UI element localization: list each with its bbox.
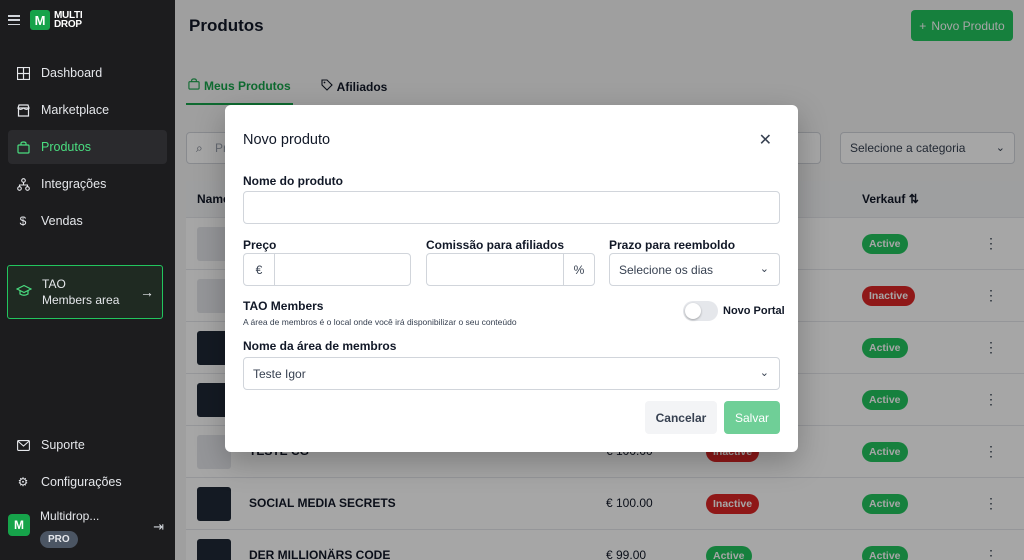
area-name-value: Teste Igor xyxy=(253,366,306,381)
graduation-cap-icon xyxy=(15,284,33,301)
percent-suffix: % xyxy=(563,254,594,285)
refund-label: Prazo para reemboldo xyxy=(609,238,736,252)
sidebar-header: M MULTI DROP xyxy=(0,0,175,40)
chevron-down-icon: ⌄ xyxy=(759,263,769,275)
menu-icon[interactable] xyxy=(8,15,20,25)
grid-icon xyxy=(16,66,30,80)
refund-placeholder: Selecione os dias xyxy=(619,262,714,277)
new-portal-toggle[interactable] xyxy=(683,301,718,321)
logo-mark: M xyxy=(30,10,50,30)
logo-line2: DROP xyxy=(54,19,82,30)
sidebar-item-configuracoes[interactable]: ⚙ Configurações xyxy=(8,465,167,499)
sidebar: M MULTI DROP Dashboard Marketplace Produ… xyxy=(0,0,175,560)
area-name-label: Nome da área de membros xyxy=(243,339,397,353)
store-icon xyxy=(16,103,30,117)
sidebar-item-label: Configurações xyxy=(41,475,122,489)
arrow-right-icon: → xyxy=(140,284,154,300)
members-area-card[interactable]: TAO Members area → xyxy=(7,265,163,319)
gear-icon: ⚙ xyxy=(17,475,29,489)
refund-select[interactable]: Selecione os dias ⌄ xyxy=(609,253,780,286)
currency-prefix: € xyxy=(244,254,275,285)
logo[interactable]: M MULTI DROP xyxy=(30,10,83,30)
sidebar-item-produtos[interactable]: Produtos xyxy=(8,130,167,164)
close-icon[interactable]: ✕ xyxy=(759,130,772,150)
save-button[interactable]: Salvar xyxy=(724,401,780,434)
product-name-label: Nome do produto xyxy=(243,174,343,188)
user-profile[interactable]: M Multidrop... PRO ⇥ xyxy=(8,505,168,553)
sidebar-item-dashboard[interactable]: Dashboard xyxy=(8,56,167,90)
sidebar-item-marketplace[interactable]: Marketplace xyxy=(8,93,167,127)
commission-label: Comissão para afiliados xyxy=(426,238,565,252)
sidebar-item-label: Integrações xyxy=(41,177,107,191)
logout-icon[interactable]: ⇥ xyxy=(153,519,164,535)
bag-icon xyxy=(16,140,30,154)
sidebar-item-label: Marketplace xyxy=(41,103,110,117)
mail-icon xyxy=(16,438,30,452)
sidebar-item-label: Produtos xyxy=(41,140,92,154)
avatar: M xyxy=(8,514,30,536)
new-portal-label: Novo Portal xyxy=(723,305,785,317)
members-card-title: TAO xyxy=(42,277,66,291)
commission-field[interactable]: % xyxy=(426,253,595,286)
sidebar-item-label: Suporte xyxy=(41,438,85,452)
members-title: TAO Members xyxy=(243,299,324,313)
members-card-subtitle: Members area xyxy=(42,293,120,307)
price-label: Preço xyxy=(243,238,277,252)
sidebar-nav: Dashboard Marketplace Produtos Integraçõ… xyxy=(0,56,175,238)
integrations-icon xyxy=(16,177,30,191)
sidebar-item-label: Vendas xyxy=(41,214,83,228)
sidebar-item-label: Dashboard xyxy=(41,66,103,80)
product-name-field[interactable] xyxy=(243,191,780,224)
price-field[interactable]: € xyxy=(243,253,411,286)
sidebar-item-integracoes[interactable]: Integrações xyxy=(8,167,167,201)
chevron-down-icon: ⌄ xyxy=(759,367,769,379)
modal-title: Novo produto xyxy=(243,132,331,148)
plan-badge: PRO xyxy=(40,531,78,548)
area-name-select[interactable]: Teste Igor ⌄ xyxy=(243,357,780,390)
sidebar-item-suporte[interactable]: Suporte xyxy=(8,428,167,462)
new-product-modal: Novo produto ✕ Nome do produto Preço € C… xyxy=(225,105,798,452)
dollar-icon: $ xyxy=(19,214,27,228)
members-description: A área de membros é o local onde você ir… xyxy=(243,317,517,327)
sidebar-item-vendas[interactable]: $ Vendas xyxy=(8,204,167,238)
cancel-button[interactable]: Cancelar xyxy=(645,401,717,434)
user-name: Multidrop... xyxy=(40,509,100,523)
sidebar-bottom-nav: Suporte ⚙ Configurações xyxy=(0,425,175,502)
